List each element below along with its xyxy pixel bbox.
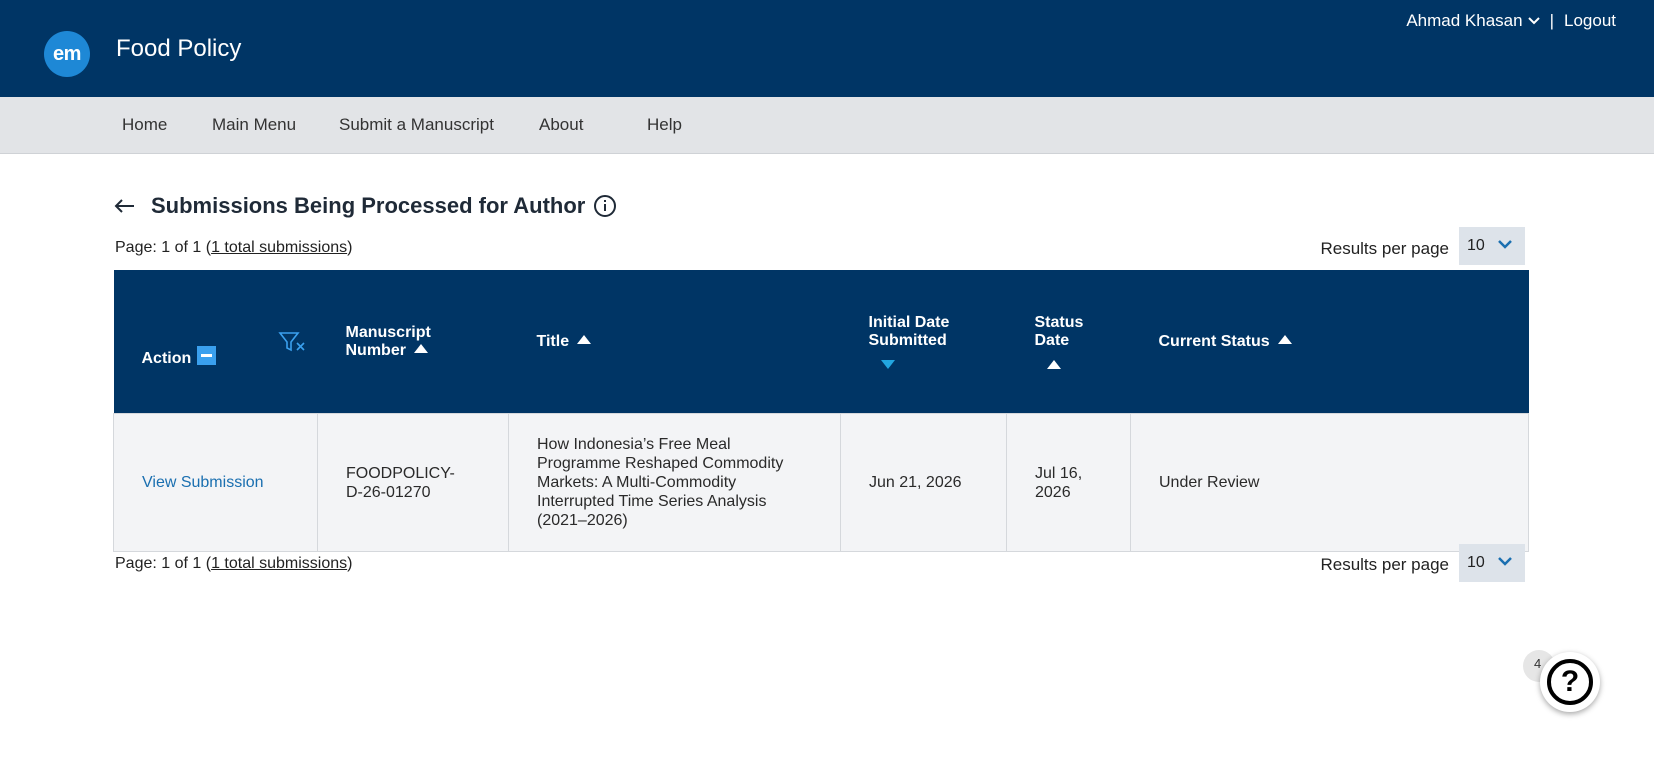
header-initial-date[interactable]: Initial Date Submitted <box>840 270 1007 414</box>
top-header: em Food Policy Ahmad Khasan | Logout <box>0 0 1654 97</box>
separator: | <box>1549 11 1554 30</box>
pager-suffix: ) <box>347 239 353 256</box>
user-menu[interactable]: Ahmad Khasan <box>1406 11 1540 31</box>
manuscript-number-line2: D-26-01270 <box>346 483 431 501</box>
results-per-page-value: 10 <box>1467 554 1485 571</box>
pager-bottom: Page: 1 of 1 (1 total submissions) <box>115 555 352 573</box>
pager-top: Page: 1 of 1 (1 total submissions) <box>115 239 352 257</box>
question-mark-icon: ? <box>1547 659 1593 705</box>
header-manuscript-number[interactable]: Manuscript Number <box>317 270 509 414</box>
header-title[interactable]: Title <box>508 270 841 414</box>
header-current-status-label: Current Status <box>1158 332 1270 350</box>
sort-asc-icon[interactable] <box>413 343 428 353</box>
cell-title: How Indonesia’s Free Meal Programme Resh… <box>508 413 841 552</box>
table-row: View Submission FOODPOLICY- D-26-01270 H… <box>113 413 1529 552</box>
results-per-page-label: Results per page <box>1320 555 1449 574</box>
results-per-page-label: Results per page <box>1320 239 1449 258</box>
pager-suffix: ) <box>347 555 353 572</box>
submissions-table: Action Manuscript Number Title Initial D… <box>113 270 1529 552</box>
header-current-status[interactable]: Current Status <box>1130 270 1529 414</box>
back-arrow-icon[interactable] <box>113 198 135 214</box>
help-widget-button[interactable]: ? <box>1540 652 1600 712</box>
header-status-date-line1: Status <box>1034 314 1084 331</box>
header-title-label: Title <box>536 332 570 350</box>
main-nav: Home Main Menu Submit a Manuscript About… <box>0 97 1654 154</box>
info-icon[interactable] <box>593 194 617 218</box>
sort-asc-icon[interactable] <box>1277 334 1292 344</box>
title-line5: (2021–2026) <box>537 512 628 529</box>
header-status-date[interactable]: Status Date <box>1006 270 1131 414</box>
collapse-icon[interactable] <box>197 345 217 365</box>
header-action: Action <box>113 270 318 414</box>
view-submission-link[interactable]: View Submission <box>142 474 264 491</box>
page-heading-row: Submissions Being Processed for Author <box>113 193 617 219</box>
page-title: Submissions Being Processed for Author <box>151 193 586 218</box>
status-date-line1: Jul 16, <box>1035 464 1083 482</box>
user-area: Ahmad Khasan | Logout <box>1406 11 1616 31</box>
pager-text: Page: 1 of 1 ( <box>115 239 212 256</box>
cell-current-status: Under Review <box>1130 413 1529 552</box>
cell-status-date: Jul 16, 2026 <box>1006 413 1131 552</box>
nav-main-menu[interactable]: Main Menu <box>212 115 296 135</box>
current-status-value: Under Review <box>1159 474 1260 491</box>
em-logo[interactable]: em <box>44 31 90 77</box>
cell-manuscript-number: FOODPOLICY- D-26-01270 <box>317 413 509 552</box>
total-submissions-link[interactable]: 1 total submissions <box>211 239 347 256</box>
header-status-date-line2: Date <box>1034 332 1070 349</box>
title-line2: Programme Reshaped Commodity <box>537 455 784 472</box>
title-line1: How Indonesia’s Free Meal <box>537 436 731 453</box>
nav-help[interactable]: Help <box>647 115 682 135</box>
title-line4: Interrupted Time Series Analysis <box>537 493 767 510</box>
user-name: Ahmad Khasan <box>1406 11 1523 30</box>
total-submissions-link[interactable]: 1 total submissions <box>211 555 347 572</box>
chevron-down-icon <box>1527 17 1540 25</box>
sort-asc-icon[interactable] <box>1046 360 1061 369</box>
initial-date-value: Jun 21, 2026 <box>869 474 962 491</box>
table-header-row: Action Manuscript Number Title Initial D… <box>113 270 1529 414</box>
logout-link[interactable]: Logout <box>1564 11 1616 31</box>
header-manuscript-label-line1: Manuscript <box>345 323 431 341</box>
manuscript-number-line1: FOODPOLICY- <box>346 464 455 482</box>
results-per-page-select[interactable]: 10 <box>1459 227 1525 265</box>
title-line3: Markets: A Multi-Commodity <box>537 474 737 491</box>
nav-about[interactable]: About <box>539 115 583 135</box>
chevron-down-icon <box>1497 556 1513 566</box>
cell-action: View Submission <box>113 413 318 552</box>
pager-text: Page: 1 of 1 ( <box>115 555 212 572</box>
nav-home[interactable]: Home <box>122 115 167 135</box>
clear-filter-icon[interactable] <box>277 330 306 354</box>
header-action-label: Action <box>141 349 192 367</box>
header-initial-date-line1: Initial Date <box>868 314 950 331</box>
nav-submit-manuscript[interactable]: Submit a Manuscript <box>339 115 494 135</box>
journal-title[interactable]: Food Policy <box>116 35 241 63</box>
results-per-page-value: 10 <box>1467 237 1485 254</box>
sort-asc-icon[interactable] <box>577 334 592 344</box>
results-per-page-select[interactable]: 10 <box>1459 544 1525 582</box>
status-date-line2: 2026 <box>1035 483 1071 501</box>
header-manuscript-label-line2: Number <box>345 341 406 359</box>
chevron-down-icon <box>1497 239 1513 249</box>
header-initial-date-line2: Submitted <box>868 332 947 349</box>
cell-initial-date: Jun 21, 2026 <box>840 413 1007 552</box>
sort-desc-icon[interactable] <box>880 360 895 369</box>
